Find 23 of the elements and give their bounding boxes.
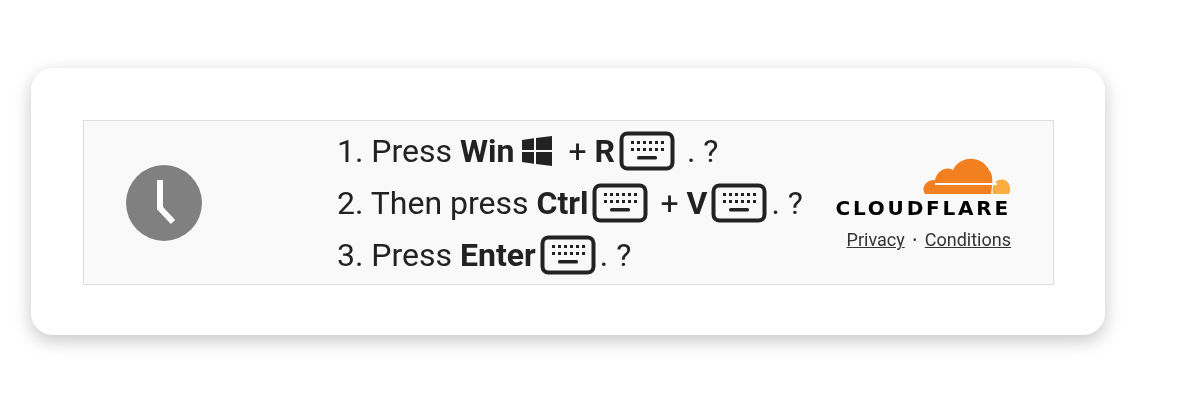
step-text: + [567, 130, 588, 172]
key-name: R [594, 130, 615, 172]
keyboard-icon [539, 234, 596, 275]
keyboard-icon [592, 182, 649, 223]
step-text: . ? [685, 130, 719, 172]
separator: • [912, 231, 917, 249]
clock-icon [125, 163, 203, 242]
key-name: Enter [460, 234, 536, 276]
key-name: Win [460, 130, 515, 172]
windows-icon [522, 135, 553, 166]
step-text: . ? [771, 182, 803, 224]
step-text: . ? [599, 234, 632, 276]
keyboard-icon [618, 130, 675, 171]
privacy-link[interactable]: Privacy [846, 226, 905, 253]
conditions-link[interactable]: Conditions [924, 226, 1011, 253]
brand-name: CLOUDFLARE [835, 196, 1011, 220]
step-text: 1. Press [337, 130, 454, 172]
keyboard-icon [711, 182, 768, 223]
step-text: + [659, 182, 680, 224]
key-name: Ctrl [536, 182, 589, 224]
step-text: 2. Then press [337, 182, 530, 224]
key-name: V [686, 182, 708, 224]
step-text: 3. Press [337, 234, 454, 276]
